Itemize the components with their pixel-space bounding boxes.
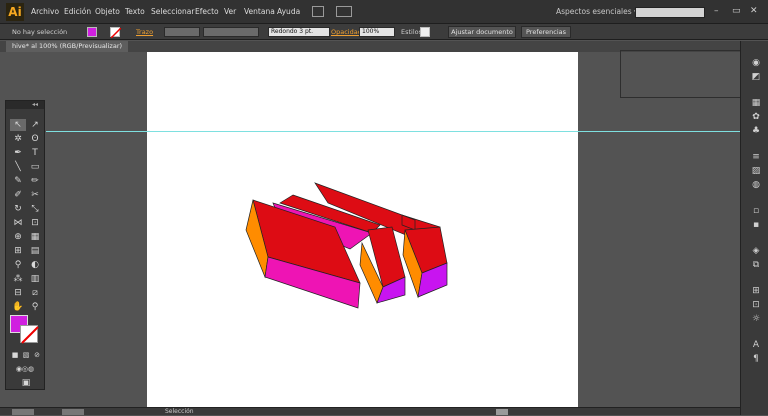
perspective-grid-icon[interactable]: ▦ xyxy=(27,231,43,243)
status-bar: Selección xyxy=(0,407,740,415)
floating-panel-outline xyxy=(620,50,754,98)
stroke-weight-dropdown[interactable] xyxy=(164,27,200,37)
navigator-icon[interactable]: ◉ xyxy=(750,57,762,69)
bridge-icon[interactable] xyxy=(312,6,324,17)
zoom-icon[interactable]: ⚲ xyxy=(27,301,43,313)
menu-ver[interactable]: Ver xyxy=(224,7,236,16)
menu-ventana[interactable]: Ventana xyxy=(244,7,275,16)
control-bar: No hay selección Trazo Redondo 3 pt. Opa… xyxy=(0,24,768,40)
slice-icon[interactable]: ⧄ xyxy=(27,287,43,299)
transform-icon[interactable]: ⊡ xyxy=(750,299,762,311)
rectangle-icon[interactable]: ▭ xyxy=(27,161,43,173)
menu-edicion[interactable]: Edición xyxy=(64,7,91,16)
graphic-styles-icon[interactable]: ▪ xyxy=(750,219,762,231)
paragraph-icon[interactable]: ¶ xyxy=(750,353,762,365)
graphic-style-swatch[interactable] xyxy=(420,27,430,37)
horizontal-scroll-thumb[interactable] xyxy=(496,409,508,415)
gradient-panel-icon[interactable]: ▨ xyxy=(750,165,762,177)
hand-icon[interactable]: ✋ xyxy=(10,301,26,313)
pen-icon[interactable]: ✒ xyxy=(10,147,26,159)
line-icon[interactable]: ╲ xyxy=(10,161,26,173)
align-icon[interactable]: ⊞ xyxy=(750,285,762,297)
right-panel-dock: ◉ ◩ ▦ ✿ ♣ ≡ ▨ ◍ ▫ ▪ ◈ ⧉ ⊞ ⊡ ☼ A ¶ xyxy=(740,41,768,415)
arrange-documents-icon[interactable] xyxy=(336,6,352,17)
gradient-icon[interactable]: ▤ xyxy=(27,245,43,257)
type-icon[interactable]: T xyxy=(27,147,43,159)
color-guide-icon[interactable]: ◩ xyxy=(750,71,762,83)
menu-efecto[interactable]: Efecto xyxy=(195,7,219,16)
brush-dropdown[interactable]: Redondo 3 pt. xyxy=(268,27,330,37)
style-label: Estilos xyxy=(401,28,423,36)
pencil-icon[interactable]: ✏ xyxy=(27,175,43,187)
color-mode-icon[interactable]: ■ xyxy=(10,349,20,361)
opacity-value: 100% xyxy=(362,28,380,35)
fill-color-swatch[interactable] xyxy=(87,27,97,37)
variable-width-dropdown[interactable] xyxy=(203,27,259,37)
menu-bar: Ai Archivo Edición Objeto Texto Seleccio… xyxy=(0,0,768,24)
fit-document-button[interactable]: Ajustar documento xyxy=(448,26,516,38)
drawing-modes-icon[interactable]: ◉◎◍ xyxy=(10,363,40,375)
eyedropper-icon[interactable]: ⚲ xyxy=(10,259,26,271)
symbol-sprayer-icon[interactable]: ⁂ xyxy=(10,273,26,285)
free-transform-icon[interactable]: ⊡ xyxy=(27,217,43,229)
gradient-mode-icon[interactable]: ▧ xyxy=(21,349,31,361)
preferences-button[interactable]: Preferencias xyxy=(521,26,571,38)
artboard-icon[interactable]: ⊟ xyxy=(10,287,26,299)
menu-ayuda[interactable]: Ayuda xyxy=(277,7,300,16)
horizontal-guide[interactable] xyxy=(46,131,740,132)
transparency-icon[interactable]: ◍ xyxy=(750,179,762,191)
app-logo: Ai xyxy=(6,3,24,21)
workspace-switcher[interactable]: Aspectos esenciales ▾ xyxy=(556,7,638,16)
swatches-icon[interactable]: ▦ xyxy=(750,97,762,109)
brushes-icon[interactable]: ✿ xyxy=(750,111,762,123)
minimize-button[interactable]: – xyxy=(714,6,719,16)
character-icon[interactable]: A xyxy=(750,339,762,351)
hive-artwork[interactable] xyxy=(240,175,455,310)
opacity-label[interactable]: Opacidad xyxy=(331,28,362,36)
selection-status: No hay selección xyxy=(12,28,68,36)
menu-objeto[interactable]: Objeto xyxy=(95,7,120,16)
symbols-icon[interactable]: ♣ xyxy=(750,125,762,137)
column-graph-icon[interactable]: ▥ xyxy=(27,273,43,285)
tools-panel: ◂◂ ↖ ↗ ✲ ʘ ✒ T ╲ ▭ ✎ ✏ ✐ ✂ ↻ ⤡ ⋈ ⊡ ⊕ ▦ ⊞… xyxy=(5,100,45,390)
stroke-color-icon[interactable] xyxy=(20,325,39,344)
paintbrush-icon[interactable]: ✎ xyxy=(10,175,26,187)
opacity-input[interactable]: 100% xyxy=(359,27,395,37)
scale-icon[interactable]: ⤡ xyxy=(27,203,43,215)
appearance-icon[interactable]: ▫ xyxy=(750,205,762,217)
rotate-icon[interactable]: ↻ xyxy=(10,203,26,215)
selection-icon[interactable]: ↖ xyxy=(10,119,26,131)
shape-builder-icon[interactable]: ⊕ xyxy=(10,231,26,243)
menu-seleccionar[interactable]: Seleccionar xyxy=(151,7,194,16)
close-button[interactable]: ✕ xyxy=(750,6,758,16)
tools-panel-header[interactable]: ◂◂ xyxy=(6,101,44,109)
workspace-label: Aspectos esenciales xyxy=(556,7,632,16)
stroke-color-swatch[interactable] xyxy=(110,27,122,39)
mesh-icon[interactable]: ⊞ xyxy=(10,245,26,257)
restore-button[interactable]: ▭ xyxy=(732,6,741,16)
magic-wand-icon[interactable]: ✲ xyxy=(10,133,26,145)
blend-icon[interactable]: ◐ xyxy=(27,259,43,271)
blob-brush-icon[interactable]: ✐ xyxy=(10,189,26,201)
stroke-label[interactable]: Trazo xyxy=(136,28,153,36)
none-stroke-slash-icon xyxy=(21,326,39,344)
screen-mode-icon[interactable]: ▣ xyxy=(18,377,34,389)
width-icon[interactable]: ⋈ xyxy=(10,217,26,229)
stroke-panel-icon[interactable]: ≡ xyxy=(750,151,762,163)
layers-icon[interactable]: ◈ xyxy=(750,245,762,257)
search-input[interactable] xyxy=(635,7,705,18)
zoom-level-field[interactable] xyxy=(12,409,34,415)
direct-selection-icon[interactable]: ↗ xyxy=(27,119,43,131)
artboards-panel-icon[interactable]: ⧉ xyxy=(750,259,762,271)
none-mode-icon[interactable]: ⊘ xyxy=(32,349,42,361)
brush-value: Redondo 3 pt. xyxy=(271,28,314,35)
none-stroke-icon xyxy=(110,27,122,39)
menu-texto[interactable]: Texto xyxy=(125,7,145,16)
eraser-icon[interactable]: ✂ xyxy=(27,189,43,201)
menu-archivo[interactable]: Archivo xyxy=(31,7,59,16)
artboard-navigation-field[interactable] xyxy=(62,409,84,415)
pathfinder-icon[interactable]: ☼ xyxy=(750,313,762,325)
lasso-icon[interactable]: ʘ xyxy=(27,133,43,145)
document-tab[interactable]: hive* al 100% (RGB/Previsualizar) xyxy=(6,41,129,52)
